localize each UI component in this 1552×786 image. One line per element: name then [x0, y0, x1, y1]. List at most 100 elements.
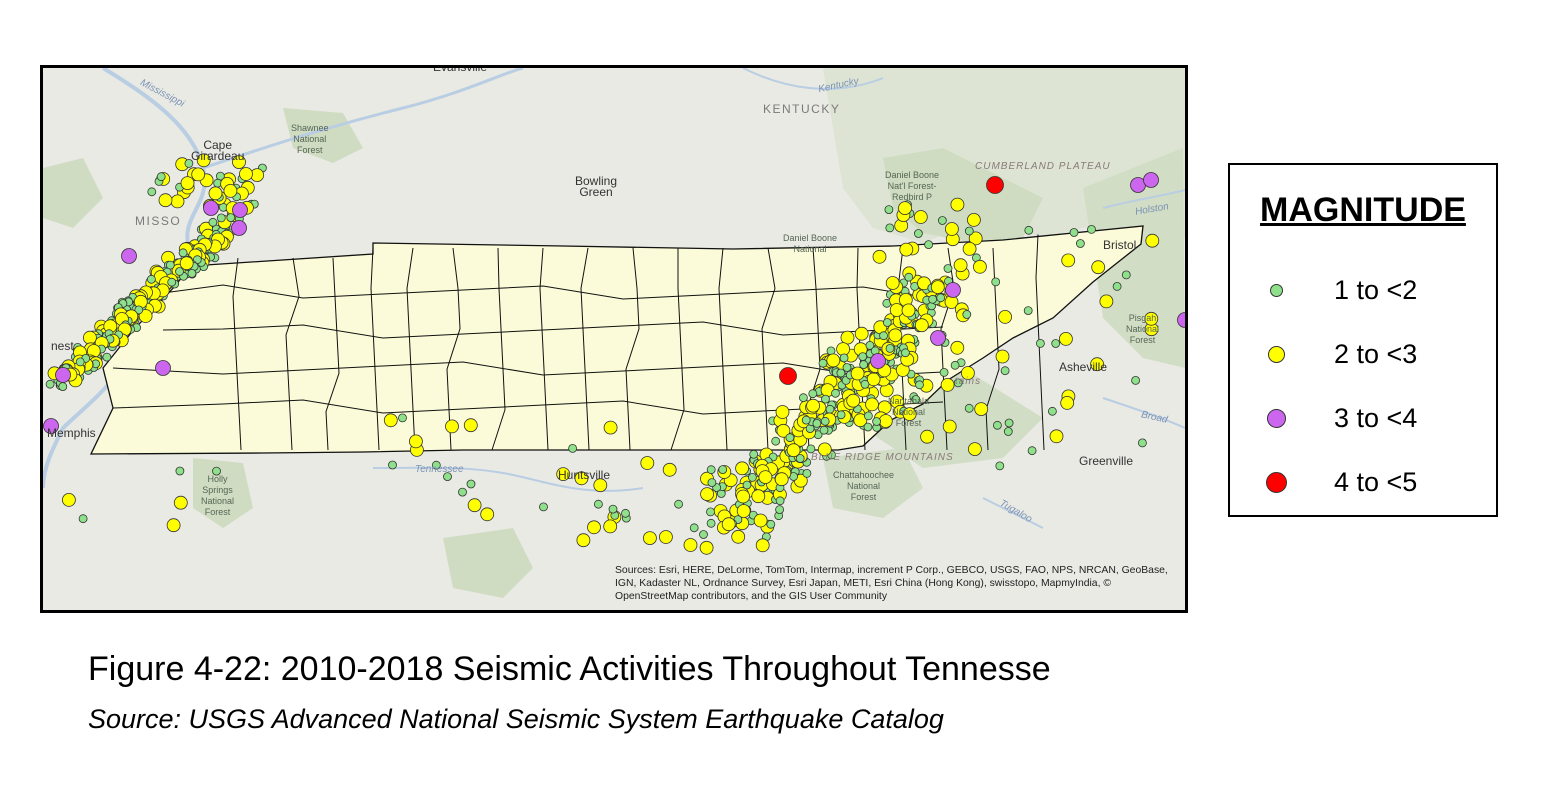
earthquake-point[interactable]: [208, 217, 218, 227]
earthquake-point[interactable]: [967, 212, 981, 227]
earthquake-point[interactable]: [872, 417, 881, 426]
earthquake-point[interactable]: [1061, 253, 1076, 268]
earthquake-point[interactable]: [78, 514, 88, 524]
earthquake-point[interactable]: [1121, 270, 1131, 280]
earthquake-point[interactable]: [1003, 427, 1013, 436]
earthquake-point[interactable]: [953, 258, 968, 273]
earthquake-point[interactable]: [755, 538, 770, 553]
earthquake-point[interactable]: [147, 274, 156, 284]
earthquake-point[interactable]: [1138, 438, 1147, 448]
earthquake-point[interactable]: [945, 222, 959, 236]
earthquake-point[interactable]: [102, 352, 112, 362]
earthquake-point[interactable]: [964, 403, 974, 413]
earthquake-point[interactable]: [463, 418, 478, 433]
earthquake-point[interactable]: [885, 343, 895, 353]
earthquake-point[interactable]: [55, 367, 71, 383]
earthquake-point[interactable]: [854, 326, 869, 341]
earthquake-point[interactable]: [758, 470, 773, 485]
earthquake-point[interactable]: [973, 259, 987, 274]
earthquake-point[interactable]: [170, 194, 185, 209]
earthquake-point[interactable]: [383, 413, 398, 428]
earthquake-point[interactable]: [742, 480, 752, 490]
earthquake-point[interactable]: [1091, 260, 1106, 275]
earthquake-point[interactable]: [914, 229, 923, 238]
earthquake-point[interactable]: [1051, 339, 1061, 348]
earthquake-point[interactable]: [940, 377, 955, 392]
earthquake-point[interactable]: [1004, 418, 1014, 428]
earthquake-point[interactable]: [187, 268, 197, 278]
earthquake-point[interactable]: [885, 276, 900, 290]
earthquake-point[interactable]: [408, 434, 423, 449]
earthquake-point[interactable]: [785, 433, 795, 443]
earthquake-point[interactable]: [993, 420, 1002, 430]
earthquake-point[interactable]: [1112, 281, 1122, 291]
earthquake-point[interactable]: [924, 240, 933, 250]
earthquake-point[interactable]: [594, 499, 603, 509]
earthquake-point[interactable]: [736, 504, 751, 518]
earthquake-point[interactable]: [208, 186, 223, 201]
earthquake-point[interactable]: [901, 303, 916, 318]
earthquake-point[interactable]: [178, 248, 188, 258]
earthquake-point[interactable]: [1131, 375, 1140, 385]
earthquake-point[interactable]: [735, 461, 749, 476]
earthquake-point[interactable]: [915, 380, 924, 390]
earthquake-point[interactable]: [75, 357, 85, 367]
earthquake-point[interactable]: [858, 352, 868, 362]
earthquake-point[interactable]: [888, 328, 903, 343]
earthquake-point[interactable]: [45, 379, 55, 389]
earthquake-point[interactable]: [1076, 239, 1085, 248]
earthquake-point[interactable]: [1024, 225, 1034, 235]
earthquake-point[interactable]: [879, 331, 888, 341]
earthquake-point[interactable]: [889, 303, 904, 317]
earthquake-point[interactable]: [603, 420, 618, 435]
earthquake-point[interactable]: [831, 388, 840, 398]
earthquake-point[interactable]: [700, 487, 714, 502]
earthquake-point[interactable]: [226, 213, 236, 223]
earthquake-point[interactable]: [156, 172, 166, 182]
earthquake-point[interactable]: [799, 393, 808, 403]
earthquake-point[interactable]: [173, 495, 188, 510]
earthquake-point[interactable]: [568, 443, 577, 453]
earthquake-point[interactable]: [820, 416, 830, 426]
earthquake-point[interactable]: [930, 280, 945, 295]
earthquake-point[interactable]: [83, 330, 97, 345]
earthquake-point[interactable]: [842, 363, 852, 372]
earthquake-point[interactable]: [945, 282, 961, 298]
earthquake-point[interactable]: [775, 496, 785, 506]
earthquake-point[interactable]: [865, 397, 879, 412]
earthquake-point[interactable]: [662, 462, 677, 477]
earthquake-point[interactable]: [821, 394, 830, 404]
earthquake-point[interactable]: [986, 176, 1004, 194]
earthquake-point[interactable]: [860, 379, 870, 389]
earthquake-point[interactable]: [180, 176, 195, 190]
earthquake-point[interactable]: [232, 202, 248, 218]
earthquake-point[interactable]: [58, 382, 68, 392]
earthquake-point[interactable]: [819, 425, 829, 435]
earthquake-point[interactable]: [950, 360, 960, 370]
earthquake-point[interactable]: [998, 309, 1012, 324]
earthquake-point[interactable]: [863, 422, 873, 432]
earthquake-point[interactable]: [1099, 294, 1114, 309]
earthquake-point[interactable]: [840, 330, 855, 345]
earthquake-point[interactable]: [836, 410, 846, 420]
earthquake-point[interactable]: [898, 201, 912, 216]
earthquake-point[interactable]: [179, 256, 194, 271]
earthquake-point[interactable]: [775, 405, 790, 419]
earthquake-point[interactable]: [806, 398, 820, 413]
earthquake-point[interactable]: [786, 443, 801, 458]
earthquake-point[interactable]: [802, 468, 812, 478]
earthquake-point[interactable]: [920, 429, 934, 444]
earthquake-point[interactable]: [706, 465, 716, 475]
earthquake-point[interactable]: [995, 349, 1010, 364]
earthquake-point[interactable]: [938, 216, 947, 225]
earthquake-point[interactable]: [950, 197, 965, 212]
earthquake-point[interactable]: [239, 167, 253, 181]
earthquake-point[interactable]: [175, 267, 184, 276]
earthquake-point[interactable]: [1059, 331, 1073, 346]
earthquake-point[interactable]: [884, 205, 894, 215]
earthquake-point[interactable]: [846, 393, 861, 408]
earthquake-point[interactable]: [779, 367, 797, 385]
earthquake-point[interactable]: [818, 358, 828, 368]
earthquake-point[interactable]: [731, 529, 746, 544]
earthquake-point[interactable]: [826, 353, 841, 368]
